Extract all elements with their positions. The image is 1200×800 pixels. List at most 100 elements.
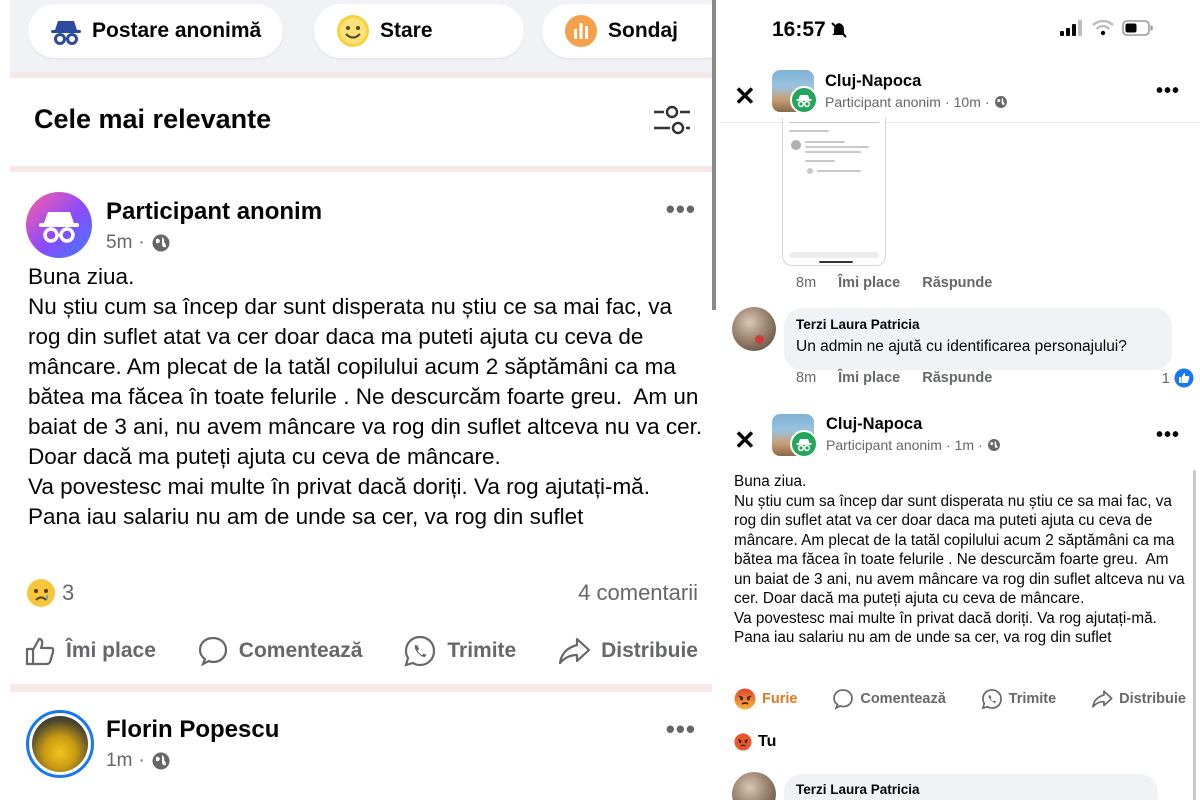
group-name[interactable]: Cluj-Napoca: [826, 415, 922, 434]
comment-time: 8m: [796, 275, 817, 291]
status-icons: [1060, 20, 1154, 36]
comment-meta: 8m Îmi place Răspunde: [796, 275, 992, 291]
angry-reaction-button[interactable]: Furie: [734, 688, 797, 710]
commenter-avatar[interactable]: [732, 772, 776, 800]
send-button[interactable]: Trimite: [981, 688, 1057, 710]
post-time[interactable]: 10m: [954, 94, 981, 110]
angry-face-icon: [734, 688, 756, 710]
reaction-by: Tu: [758, 733, 777, 750]
globe-icon: [152, 234, 170, 252]
comment-image-screenshot[interactable]: [782, 118, 886, 266]
comment-meta: 8m Îmi place Răspunde: [796, 370, 992, 386]
more-options-icon[interactable]: •••: [666, 714, 696, 745]
like-label: Îmi place: [66, 639, 156, 662]
right-panel: 16:57 ✕ Cluj-Napoca Participant anonim ·…: [720, 0, 1200, 800]
comment-label: Comentează: [860, 691, 946, 707]
sad-reaction-icon: [27, 579, 55, 607]
next-post: Florin Popescu 1m · •••: [10, 692, 712, 800]
scrollbar[interactable]: [1193, 470, 1196, 800]
post-author[interactable]: Florin Popescu: [106, 716, 279, 744]
share-button[interactable]: Distribuie: [1091, 688, 1186, 710]
comment-like-button[interactable]: Îmi place: [838, 275, 900, 291]
more-options-icon[interactable]: •••: [666, 194, 696, 225]
post-author[interactable]: Participant anonim: [825, 94, 941, 110]
comment-button[interactable]: Comentează: [197, 634, 362, 668]
anonymous-badge: [790, 86, 818, 114]
bell-muted-icon: [831, 22, 847, 38]
reaction-summary[interactable]: 3: [26, 578, 74, 608]
group-name[interactable]: Cluj-Napoca: [825, 72, 921, 91]
incognito-icon: [51, 21, 81, 45]
post-header-bottom: ✕ Cluj-Napoca Participant anonim · 1m · …: [720, 408, 1200, 468]
share-label: Distribuie: [1119, 691, 1186, 707]
anonymous-post: Participant anonim 5m · ••• Buna ziua. N…: [10, 172, 712, 684]
thumbs-up-icon: [25, 637, 55, 666]
status-chip[interactable]: Stare: [314, 4, 524, 58]
angry-face-icon: [734, 733, 752, 751]
post-author[interactable]: Participant anonim: [826, 437, 942, 453]
anonymous-post-label: Postare anonimă: [92, 19, 262, 42]
commenter-avatar[interactable]: [732, 307, 776, 351]
share-arrow-icon: [1092, 690, 1113, 708]
comment-reply-button[interactable]: Răspunde: [922, 275, 992, 291]
comment-like-button[interactable]: Îmi place: [838, 370, 900, 386]
filter-settings-icon[interactable]: [650, 100, 694, 140]
incognito-icon: [796, 95, 812, 108]
share-button[interactable]: Distribuie: [557, 634, 698, 668]
whatsapp-icon: [981, 689, 1002, 710]
like-badge-icon: [1174, 368, 1194, 388]
post-time[interactable]: 5m: [106, 232, 132, 254]
anonymous-avatar[interactable]: [26, 192, 92, 258]
comments-count[interactable]: 4 comentarii: [578, 580, 698, 606]
florin-avatar[interactable]: [26, 710, 94, 778]
more-options-icon[interactable]: •••: [1156, 80, 1180, 103]
post-time[interactable]: 1m: [106, 750, 132, 772]
more-options-icon[interactable]: •••: [1156, 424, 1180, 447]
car-photo: [32, 716, 88, 772]
dot-separator: ·: [138, 750, 145, 771]
smiley-icon: [337, 15, 369, 47]
post-action-bar: Furie Comentează Trimite Distribuie: [734, 688, 1186, 710]
post-body: Buna ziua. Nu știu cum sa încep dar sunt…: [734, 473, 1185, 646]
incognito-icon: [39, 212, 79, 243]
divider: [10, 684, 712, 692]
post-meta: 1m ·: [106, 750, 171, 772]
comment-author[interactable]: Terzi Laura Patricia: [796, 317, 920, 332]
globe-icon: [987, 439, 1000, 451]
poll-label: Sondaj: [608, 19, 679, 42]
send-label: Trimite: [447, 639, 517, 662]
dot-separator: ·: [944, 94, 950, 110]
post-time[interactable]: 1m: [955, 437, 974, 453]
close-icon[interactable]: ✕: [734, 427, 756, 453]
share-arrow-icon: [559, 637, 591, 665]
post-action-bar: Îmi place Comentează Trimite Distribuie: [10, 634, 712, 668]
anonymous-post-chip[interactable]: Postare anonimă: [28, 4, 284, 58]
composer-chips-bar: Postare anonimă Stare Sondaj: [10, 0, 712, 72]
comment-button[interactable]: Comentează: [832, 688, 946, 710]
close-icon[interactable]: ✕: [734, 83, 756, 109]
poll-icon: [565, 15, 597, 47]
poll-chip[interactable]: Sondaj: [542, 4, 712, 58]
whatsapp-icon: [404, 635, 436, 667]
comment-author[interactable]: Terzi Laura Patricia: [796, 782, 920, 797]
share-label: Distribuie: [601, 639, 698, 662]
send-label: Trimite: [1008, 691, 1057, 707]
comment-reply-button[interactable]: Răspunde: [922, 370, 992, 386]
send-button[interactable]: Trimite: [403, 634, 516, 668]
dot-separator: ·: [945, 437, 951, 453]
post-header-top: ✕ Cluj-Napoca Participant anonim · 10m ·…: [720, 66, 1200, 126]
wifi-icon: [1092, 20, 1114, 36]
battery-icon: [1122, 20, 1153, 36]
like-button[interactable]: Îmi place: [24, 634, 156, 668]
comment-icon: [833, 689, 854, 710]
comment-bubble: Terzi Laura Patricia: [784, 774, 1158, 800]
globe-icon: [994, 96, 1007, 108]
comment-icon: [198, 636, 227, 667]
signal-icon: [1060, 20, 1082, 36]
comment-like-count[interactable]: 1: [1162, 368, 1194, 388]
reaction-summary[interactable]: Tu: [734, 733, 776, 751]
post-author[interactable]: Participant anonim: [106, 198, 322, 226]
clock: 16:57: [772, 18, 826, 41]
sort-title[interactable]: Cele mai relevante: [34, 104, 271, 135]
post-meta: 5m ·: [106, 232, 171, 254]
